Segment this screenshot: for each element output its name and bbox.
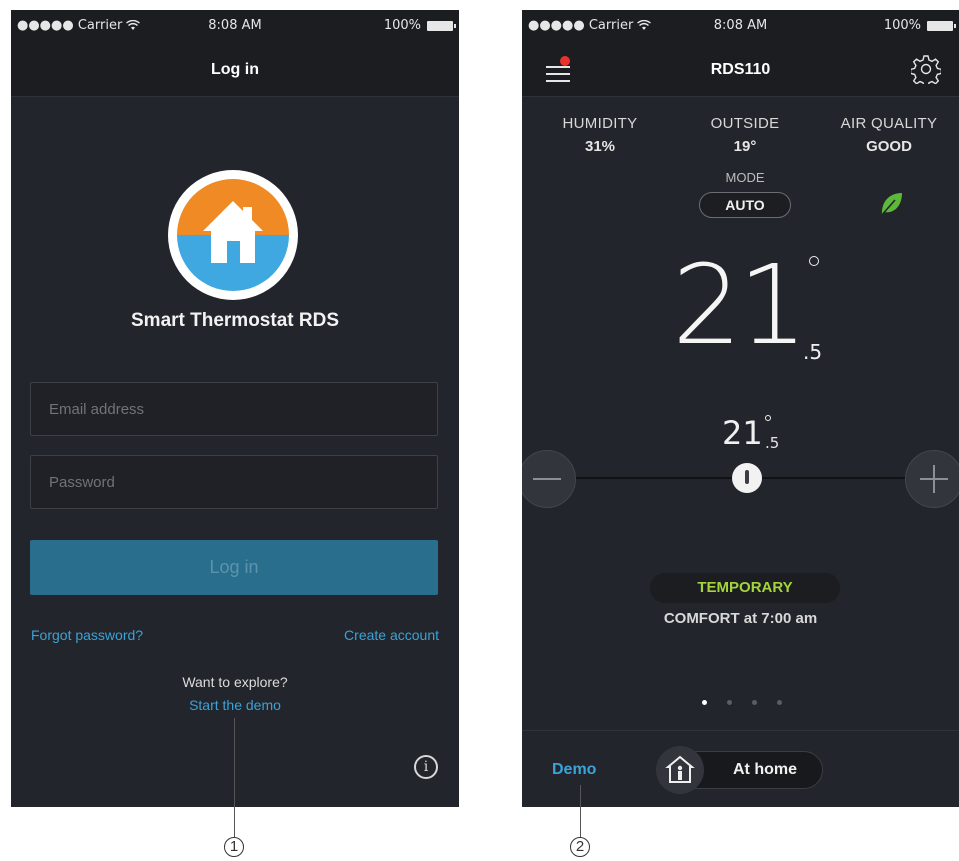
page-dot-3[interactable] <box>752 700 757 705</box>
house-shape <box>203 201 263 263</box>
mode-label: MODE <box>725 170 765 185</box>
logo-badge <box>177 179 289 291</box>
notification-dot <box>560 56 570 66</box>
presence-label: At home <box>733 761 797 778</box>
callout-2: 2 <box>570 837 590 857</box>
status-bar: ●●●●● Carrier 8:08 AM 100% <box>522 10 959 44</box>
callout-1-line <box>234 718 235 837</box>
email-input[interactable] <box>31 383 437 435</box>
humidity-label: HUMIDITY <box>562 115 638 132</box>
thermometer-icon[interactable] <box>732 463 762 493</box>
page-dot-4[interactable] <box>777 700 782 705</box>
setpoint-degree-symbol <box>765 415 771 421</box>
outside-label: OUTSIDE <box>710 115 780 132</box>
email-field[interactable] <box>30 382 438 436</box>
nav-bar: RDS110 <box>522 44 959 97</box>
app-name: Smart Thermostat RDS <box>131 310 339 331</box>
setpoint-temperature: 21 <box>722 414 763 452</box>
degree-symbol <box>809 256 819 266</box>
battery-icon <box>427 20 456 31</box>
status-badge: TEMPORARY <box>650 573 840 603</box>
outside-stat: OUTSIDE 19° <box>675 115 815 155</box>
device-title: RDS110 <box>710 61 771 78</box>
battery-percent: 100% <box>883 18 921 33</box>
outside-value: 19° <box>733 138 757 155</box>
air-quality-stat: AIR QUALITY GOOD <box>819 115 959 155</box>
current-temperature-decimal: .5 <box>803 340 823 364</box>
start-demo-link[interactable]: Start the demo <box>11 697 459 713</box>
status-battery: 100% <box>883 18 956 33</box>
humidity-stat: HUMIDITY 31% <box>530 115 670 155</box>
air-quality-label: AIR QUALITY <box>840 115 938 132</box>
thermostat-screen: ●●●●● Carrier 8:08 AM 100% RDS110 HUMIDI… <box>522 10 959 807</box>
password-field[interactable] <box>30 455 438 509</box>
menu-icon[interactable] <box>546 56 572 84</box>
battery-percent: 100% <box>383 18 421 33</box>
setpoint-temperature-decimal: .5 <box>765 434 780 452</box>
status-bar: ●●●●● Carrier 8:08 AM 100% <box>11 10 459 44</box>
page-indicator <box>702 700 782 705</box>
callout-2-line <box>580 785 581 837</box>
air-quality-value: GOOD <box>866 138 912 155</box>
create-account-link[interactable]: Create account <box>344 627 439 643</box>
password-input[interactable] <box>31 456 437 508</box>
minus-icon[interactable] <box>522 450 576 508</box>
login-button[interactable]: Log in <box>30 540 438 595</box>
presence-button[interactable]: At home <box>656 746 823 794</box>
humidity-value: 31% <box>584 138 616 155</box>
gear-icon[interactable] <box>909 54 943 88</box>
leaf-icon <box>880 193 902 217</box>
bottom-bar: Demo At home <box>522 730 959 807</box>
nav-bar: Log in <box>11 44 459 97</box>
mode-button[interactable]: AUTO <box>699 192 791 218</box>
page-title: Log in <box>211 61 259 78</box>
explore-text: Want to explore? <box>182 674 288 690</box>
status-battery: 100% <box>383 18 456 33</box>
forgot-password-link[interactable]: Forgot password? <box>31 627 143 643</box>
house-logo-icon <box>168 170 298 300</box>
current-temperature: 21 <box>672 241 808 369</box>
info-icon[interactable]: i <box>414 755 438 779</box>
login-screen: ●●●●● Carrier 8:08 AM 100% Log in Smart … <box>11 10 459 807</box>
page-dot-2[interactable] <box>727 700 732 705</box>
schedule-text: COMFORT at 7:00 am <box>663 610 818 627</box>
battery-icon <box>927 20 956 31</box>
demo-label[interactable]: Demo <box>552 761 596 779</box>
plus-icon[interactable] <box>905 450 959 508</box>
person-home-icon <box>656 746 704 794</box>
callout-1: 1 <box>224 837 244 857</box>
page-dot-1[interactable] <box>702 700 707 705</box>
